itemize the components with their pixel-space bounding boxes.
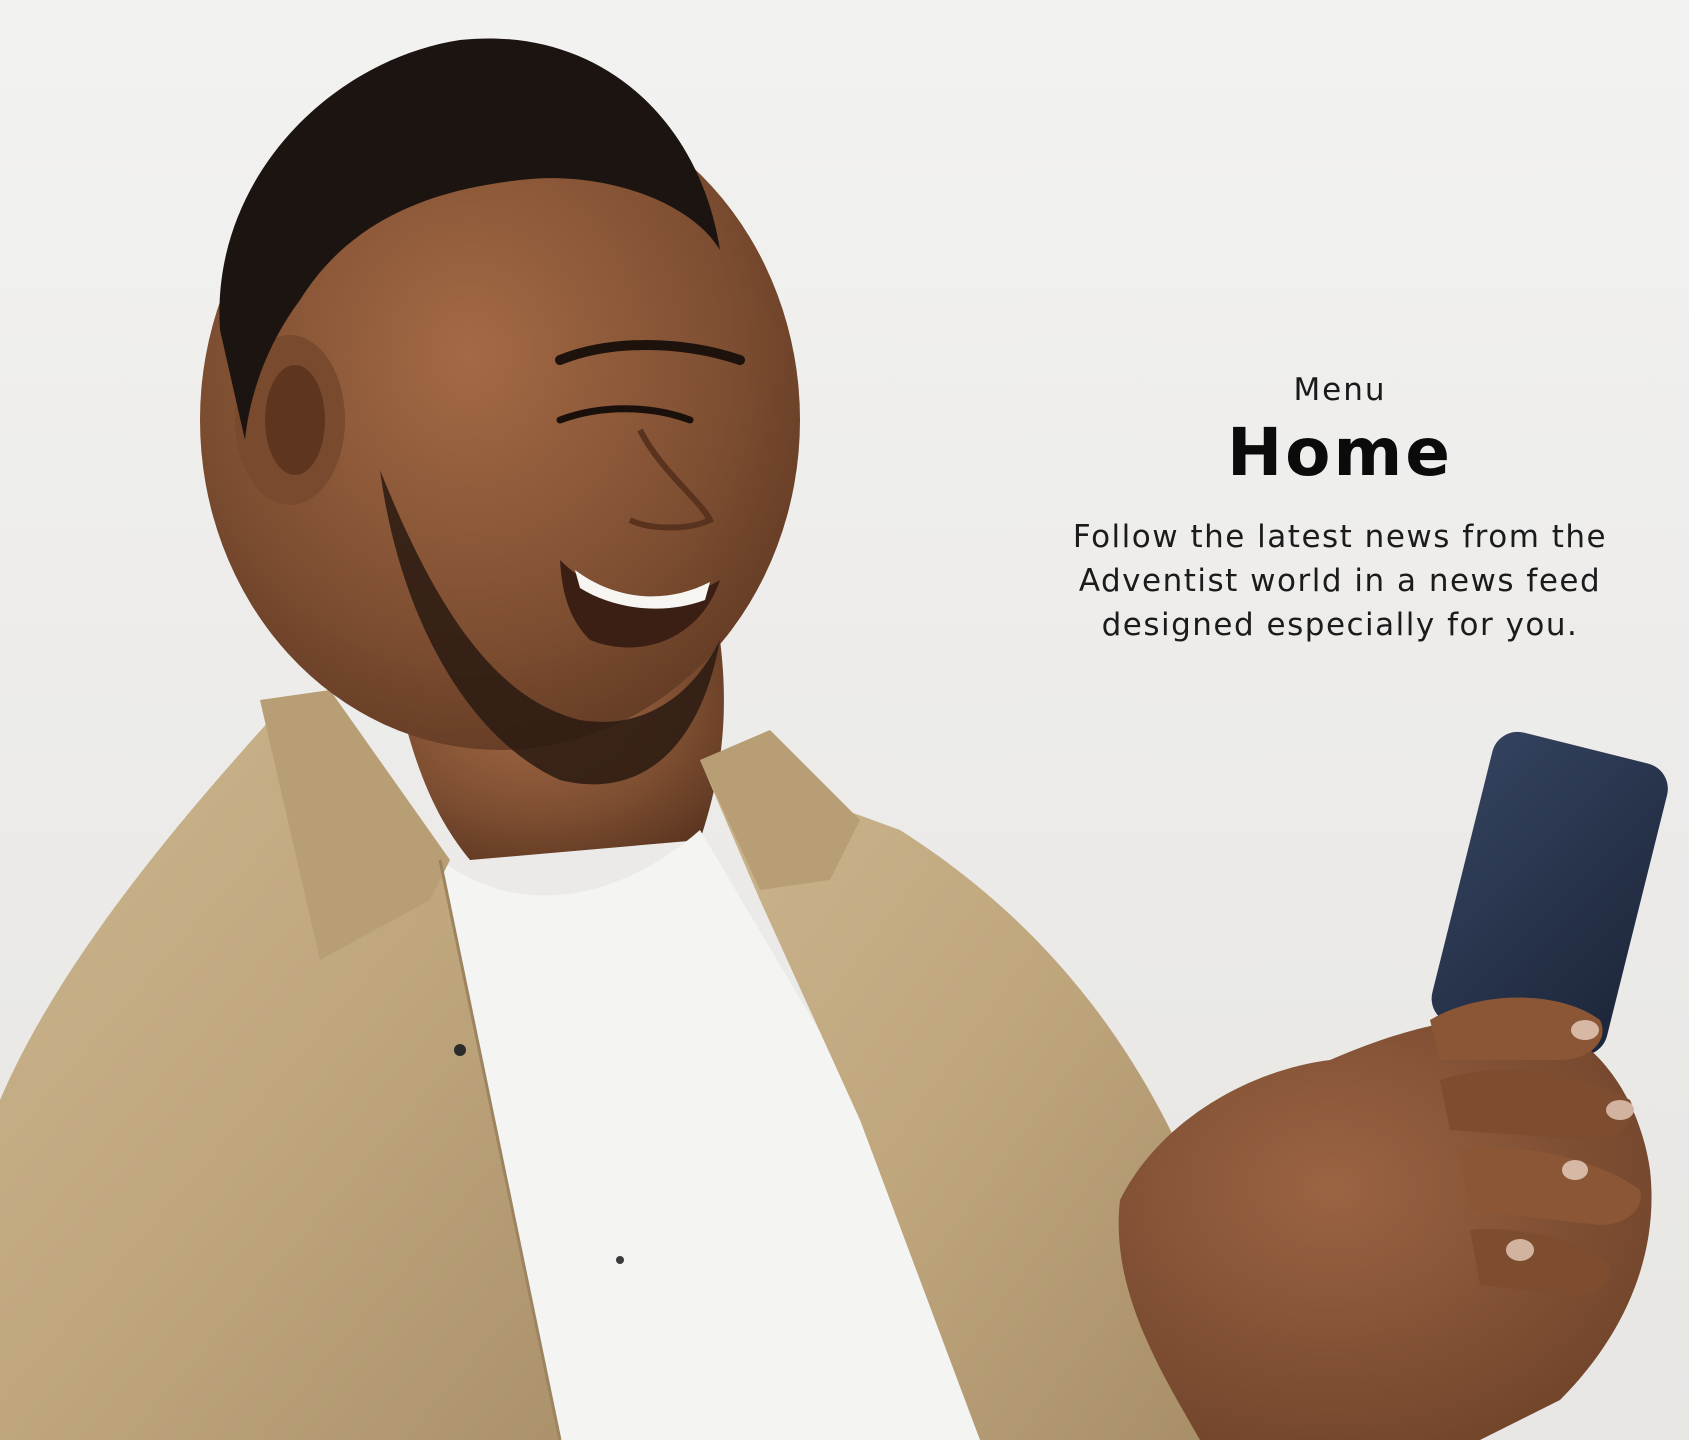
menu-eyebrow: Menu [1293, 372, 1387, 408]
page-title: Home [1226, 414, 1454, 491]
description-line: designed especially for you. [1101, 607, 1579, 643]
hero-photo [0, 38, 1668, 1440]
page-description: Follow the latest news from the Adventis… [1030, 515, 1650, 647]
menu-text-block: Menu Home Follow the latest news from th… [1030, 372, 1650, 647]
description-line: Adventist world in a news feed [1078, 563, 1602, 599]
description-line: Follow the latest news from the [1072, 519, 1608, 555]
menu-page: Menu Home Follow the latest news from th… [0, 0, 1689, 1440]
